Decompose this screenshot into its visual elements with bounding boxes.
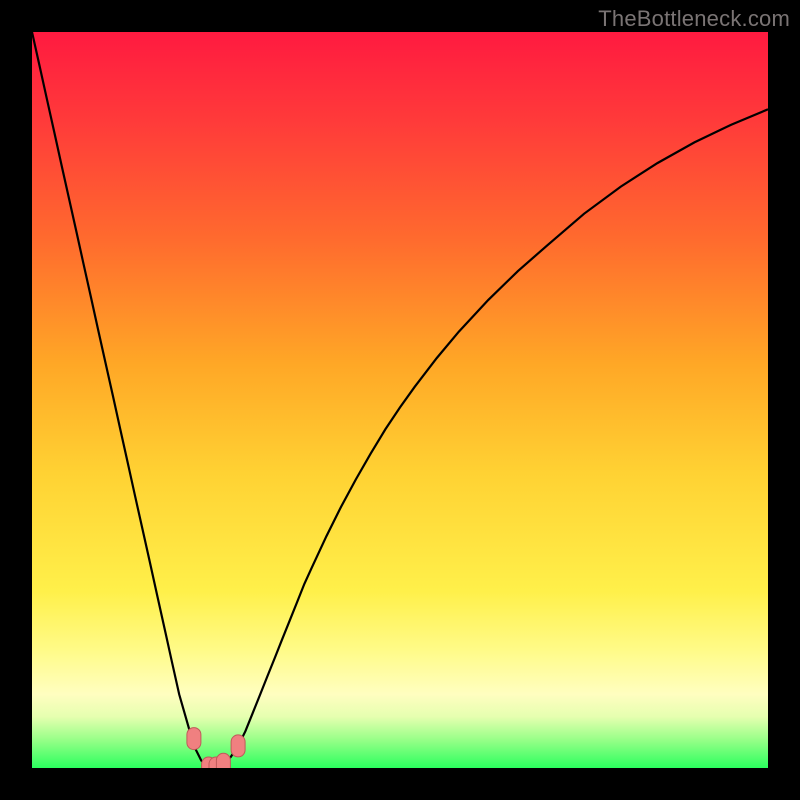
plot-area (32, 32, 768, 768)
curve-marker (231, 735, 245, 757)
chart-svg (32, 32, 768, 768)
curve-marker (187, 728, 201, 750)
bottleneck-curve (32, 32, 768, 768)
watermark-text: TheBottleneck.com (598, 6, 790, 32)
chart-frame: TheBottleneck.com (0, 0, 800, 800)
curve-markers (187, 728, 245, 768)
curve-marker (216, 753, 230, 768)
